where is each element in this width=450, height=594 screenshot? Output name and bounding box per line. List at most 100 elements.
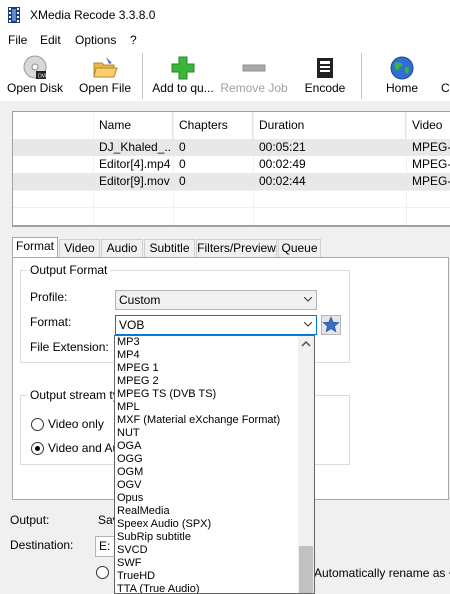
format-option[interactable]: MPEG 1: [117, 362, 159, 375]
file-list-table[interactable]: Name Chapters Duration Video DJ_Khaled_.…: [12, 111, 450, 226]
format-option[interactable]: MP3: [117, 336, 140, 349]
encode-icon: [317, 58, 333, 78]
open-disk-label: Open Disk: [6, 81, 64, 95]
globe-icon: [390, 56, 414, 80]
splitter[interactable]: [12, 226, 450, 227]
scrollbar-thumb[interactable]: [299, 546, 313, 593]
remove-job-button[interactable]: Remove Job: [220, 51, 288, 101]
format-option[interactable]: TTA (True Audio): [117, 583, 200, 593]
table-row[interactable]: Editor[9].mov 0 00:02:44 MPEG-4 A: [13, 173, 450, 190]
star-icon[interactable]: [321, 315, 341, 335]
profile-value: Custom: [119, 293, 161, 307]
cell-video: MPEG-4 A: [412, 140, 450, 154]
cell-duration: 00:02:49: [259, 157, 306, 171]
tab-subtitle[interactable]: Subtitle: [144, 239, 195, 257]
column-header-video[interactable]: Video: [406, 112, 450, 139]
column-header-duration[interactable]: Duration: [253, 112, 406, 139]
format-option[interactable]: Opus: [117, 492, 143, 505]
format-option[interactable]: TrueHD: [117, 570, 155, 583]
cell-name: DJ_Khaled_...: [99, 140, 171, 154]
format-dropdown-list[interactable]: MP3 MP4 MPEG 1 MPEG 2 MPEG TS (DVB TS) M…: [114, 335, 315, 594]
cell-name: Editor[9].mov: [99, 174, 170, 188]
cell-video: MPEG-4 A: [412, 174, 450, 188]
menu-help[interactable]: ?: [130, 33, 137, 47]
profile-select[interactable]: Custom: [115, 290, 317, 310]
menu-file[interactable]: File: [8, 33, 27, 47]
home-button[interactable]: Home: [380, 51, 424, 101]
cell-chapters: 0: [179, 174, 186, 188]
add-to-queue-button[interactable]: Add to qu...: [150, 51, 216, 101]
format-option[interactable]: SVCD: [117, 544, 148, 557]
chevron-down-icon: [304, 297, 312, 302]
cut-button[interactable]: Cl: [437, 51, 450, 101]
format-option[interactable]: OGG: [117, 453, 143, 466]
encode-button[interactable]: Encode: [298, 51, 352, 101]
remove-job-label: Remove Job: [220, 81, 288, 95]
title-bar: XMedia Recode 3.3.8.0: [0, 0, 450, 31]
chevron-down-icon: [304, 322, 312, 327]
cell-chapters: 0: [179, 140, 186, 154]
menu-edit[interactable]: Edit: [40, 33, 61, 47]
destination-value: E:: [99, 539, 111, 553]
format-option[interactable]: MXF (Material eXchange Format): [117, 414, 280, 427]
home-label: Home: [385, 81, 418, 95]
cell-duration: 00:05:21: [259, 140, 306, 154]
add-to-queue-label: Add to qu...: [152, 81, 214, 95]
format-option[interactable]: SWF: [117, 557, 141, 570]
format-option[interactable]: MPEG 2: [117, 375, 159, 388]
chevron-up-icon[interactable]: [301, 340, 311, 348]
tab-audio[interactable]: Audio: [101, 239, 143, 257]
video-only-radio[interactable]: [31, 418, 44, 431]
format-option[interactable]: Speex Audio (SPX): [117, 518, 211, 531]
table-row[interactable]: Editor[4].mp4 0 00:02:49 MPEG-4 A: [13, 156, 450, 173]
toolbar: DVD Open Disk Open File Add to qu... Rem…: [0, 51, 450, 101]
format-option[interactable]: SubRip subtitle: [117, 531, 191, 544]
output-format-title: Output Format: [27, 263, 111, 277]
column-header-chapters[interactable]: Chapters: [173, 112, 253, 139]
cell-duration: 00:02:44: [259, 174, 306, 188]
encode-label: Encode: [304, 81, 346, 95]
video-only-label: Video only: [48, 417, 104, 431]
format-value: VOB: [119, 318, 145, 332]
tab-format[interactable]: Format: [12, 237, 58, 258]
menu-bar: File Edit Options ?: [0, 31, 450, 51]
cell-name: Editor[4].mp4: [99, 157, 171, 171]
profile-label: Profile:: [30, 290, 68, 304]
format-select[interactable]: VOB: [115, 315, 317, 335]
video-and-audio-radio[interactable]: [31, 442, 44, 455]
column-header-name[interactable]: Name: [93, 112, 173, 139]
destination-label: Destination:: [10, 538, 74, 552]
format-option[interactable]: OGV: [117, 479, 141, 492]
file-extension-label: File Extension:: [30, 340, 109, 354]
menu-options[interactable]: Options: [75, 33, 116, 47]
toolbar-separator: [361, 53, 362, 99]
overwrite-radio[interactable]: [96, 566, 109, 579]
app-icon: [8, 7, 20, 23]
cell-chapters: 0: [179, 157, 186, 171]
tab-queue[interactable]: Queue: [278, 239, 321, 257]
format-label: Format:: [30, 315, 72, 329]
tab-bar: Format Video Audio Subtitle Filters/Prev…: [12, 237, 450, 258]
format-option[interactable]: RealMedia: [117, 505, 170, 518]
toolbar-separator: [142, 53, 143, 99]
format-option[interactable]: NUT: [117, 427, 140, 440]
plus-icon: [171, 56, 195, 80]
tab-video[interactable]: Video: [59, 239, 100, 257]
format-option[interactable]: OGM: [117, 466, 143, 479]
disc-icon: DVD: [23, 55, 48, 80]
format-option[interactable]: OGA: [117, 440, 141, 453]
format-option[interactable]: MPEG TS (DVB TS): [117, 388, 216, 401]
table-row[interactable]: DJ_Khaled_... 0 00:05:21 MPEG-4 A: [13, 139, 450, 156]
minus-icon: [242, 64, 266, 72]
tab-filters-preview[interactable]: Filters/Preview: [196, 239, 277, 257]
open-file-button[interactable]: Open File: [76, 51, 134, 101]
output-label: Output:: [10, 513, 50, 527]
format-option[interactable]: MP4: [117, 349, 140, 362]
open-file-label: Open File: [78, 81, 132, 95]
svg-text:DVD: DVD: [38, 74, 48, 80]
open-disk-button[interactable]: DVD Open Disk: [4, 51, 66, 101]
cell-video: MPEG-4 A: [412, 157, 450, 171]
cut-label: Cl: [441, 81, 450, 95]
dropdown-scrollbar[interactable]: [298, 336, 314, 593]
format-option[interactable]: MPL: [117, 401, 140, 414]
